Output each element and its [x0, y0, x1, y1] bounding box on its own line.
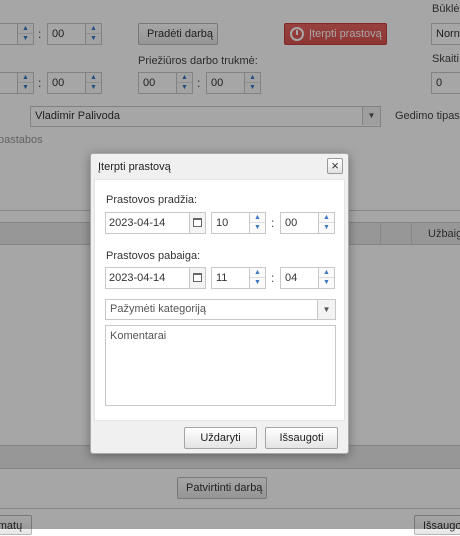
up-arrow-icon[interactable]: ▲	[250, 268, 265, 278]
status-label: Būklė	[432, 3, 460, 15]
up-arrow-icon[interactable]: ▲	[177, 73, 192, 83]
up-arrow-icon[interactable]: ▲	[319, 268, 334, 278]
dialog-body: Prastovos pradžia: 2023-04-14 10 ▲ ▼ : 00…	[94, 179, 345, 421]
spinner-arrows[interactable]: ▲ ▼	[85, 73, 101, 93]
bottom-left-button[interactable]: matų	[0, 515, 32, 535]
save-button[interactable]: Išsaugoti	[265, 427, 338, 449]
column-divider	[411, 222, 412, 245]
chevron-down-icon[interactable]: ▼	[362, 107, 380, 125]
down-arrow-icon[interactable]: ▼	[18, 83, 33, 93]
end-hour-value: 11	[216, 272, 228, 284]
operator-select[interactable]: Vladimir Palivoda ▼	[30, 106, 381, 127]
start-hour-value: 10	[216, 217, 229, 229]
status-select[interactable]: Norn	[431, 23, 460, 45]
insert-downtime-dialog: Įterpti prastovą × Prastovos pradžia: 20…	[90, 153, 349, 454]
insert-downtime-button[interactable]: Įterpti prastovą	[284, 23, 387, 45]
maintenance-hours-value: 00	[143, 77, 156, 89]
count-label: Skaiti	[432, 53, 459, 65]
defect-type-label: Gedimo tipas	[395, 110, 460, 122]
close-button[interactable]: Uždaryti	[184, 427, 257, 449]
comment-placeholder: Komentarai	[110, 330, 167, 342]
down-arrow-icon[interactable]: ▼	[177, 83, 192, 93]
maintenance-hours-spinner[interactable]: 00 ▲ ▼	[138, 72, 193, 94]
up-arrow-icon[interactable]: ▲	[250, 213, 265, 223]
end-minute-spinner[interactable]: 04 ▲ ▼	[280, 267, 335, 289]
downtime-end-label: Prastovos pabaiga:	[106, 250, 201, 262]
time-separator: :	[38, 76, 42, 90]
confirm-work-button[interactable]: Patvirtinti darbą	[177, 477, 267, 499]
count-value: 0	[436, 77, 443, 89]
up-arrow-icon[interactable]: ▲	[86, 24, 101, 34]
time-separator: :	[271, 216, 275, 230]
bottom-save-button[interactable]: Išsaugoti	[414, 515, 460, 535]
clock-icon	[290, 27, 304, 41]
start-minute-value: 00	[285, 217, 298, 229]
spinner-arrows[interactable]: ▲ ▼	[17, 24, 33, 44]
down-arrow-icon[interactable]: ▼	[319, 223, 334, 233]
up-arrow-icon[interactable]: ▲	[86, 73, 101, 83]
column-divider	[380, 222, 381, 245]
spinner-arrows[interactable]: ▲ ▼	[318, 213, 334, 233]
up-arrow-icon[interactable]: ▲	[18, 73, 33, 83]
calendar-icon[interactable]	[189, 213, 205, 233]
calendar-icon[interactable]	[189, 268, 205, 288]
minutes-value: 00	[52, 28, 65, 40]
up-arrow-icon[interactable]: ▲	[18, 24, 33, 34]
down-arrow-icon[interactable]: ▼	[18, 34, 33, 44]
hours-spinner-row2[interactable]: ▲ ▼	[0, 72, 34, 94]
spinner-arrows[interactable]: ▲ ▼	[318, 268, 334, 288]
end-minute-value: 04	[285, 272, 298, 284]
operator-value: Vladimir Palivoda	[35, 110, 120, 122]
start-date-value: 2023-04-14	[109, 217, 166, 229]
minutes-spinner-row1[interactable]: 00 ▲ ▼	[47, 23, 102, 45]
down-arrow-icon[interactable]: ▼	[319, 278, 334, 288]
maintenance-minutes-value: 00	[211, 77, 224, 89]
column-header-finish[interactable]: Užbaig	[428, 228, 460, 240]
start-minute-spinner[interactable]: 00 ▲ ▼	[280, 212, 335, 234]
maintenance-minutes-spinner[interactable]: 00 ▲ ▼	[206, 72, 261, 94]
up-arrow-icon[interactable]: ▲	[245, 73, 260, 83]
spinner-arrows[interactable]: ▲ ▼	[85, 24, 101, 44]
time-separator: :	[38, 27, 42, 41]
comment-textarea[interactable]: Komentarai	[105, 325, 336, 406]
maintenance-duration-label: Priežiūros darbo trukmė:	[138, 55, 258, 67]
hours-spinner-row1[interactable]: ▲ ▼	[0, 23, 34, 45]
time-separator: :	[197, 76, 201, 90]
up-arrow-icon[interactable]: ▲	[319, 213, 334, 223]
category-placeholder: Pažymėti kategoriją	[110, 303, 206, 315]
divider	[0, 508, 460, 509]
spinner-arrows[interactable]: ▲ ▼	[244, 73, 260, 93]
status-value: Norn	[436, 28, 460, 40]
down-arrow-icon[interactable]: ▼	[86, 83, 101, 93]
downtime-start-label: Prastovos pradžia:	[106, 194, 198, 206]
end-date-value: 2023-04-14	[109, 272, 166, 284]
down-arrow-icon[interactable]: ▼	[250, 223, 265, 233]
dialog-title: Įterpti prastovą	[98, 161, 171, 173]
category-select[interactable]: Pažymėti kategoriją ▼	[105, 299, 336, 320]
down-arrow-icon[interactable]: ▼	[86, 34, 101, 44]
minutes-spinner-row2[interactable]: 00 ▲ ▼	[47, 72, 102, 94]
insert-downtime-label: Įterpti prastovą	[309, 28, 382, 40]
end-hour-spinner[interactable]: 11 ▲ ▼	[211, 267, 266, 289]
start-date-picker[interactable]: 2023-04-14	[105, 212, 206, 234]
spinner-arrows[interactable]: ▲ ▼	[249, 268, 265, 288]
time-separator: :	[271, 271, 275, 285]
start-hour-spinner[interactable]: 10 ▲ ▼	[211, 212, 266, 234]
chevron-down-icon[interactable]: ▼	[317, 300, 335, 319]
count-input[interactable]: 0	[431, 72, 460, 94]
start-work-button[interactable]: Pradėti darbą	[138, 23, 218, 45]
close-icon[interactable]: ×	[327, 158, 343, 174]
end-date-picker[interactable]: 2023-04-14	[105, 267, 206, 289]
spinner-arrows[interactable]: ▲ ▼	[17, 73, 33, 93]
minutes-value: 00	[52, 77, 65, 89]
spinner-arrows[interactable]: ▲ ▼	[249, 213, 265, 233]
notes-label: pastabos	[0, 134, 43, 146]
down-arrow-icon[interactable]: ▼	[245, 83, 260, 93]
down-arrow-icon[interactable]: ▼	[250, 278, 265, 288]
spinner-arrows[interactable]: ▲ ▼	[176, 73, 192, 93]
